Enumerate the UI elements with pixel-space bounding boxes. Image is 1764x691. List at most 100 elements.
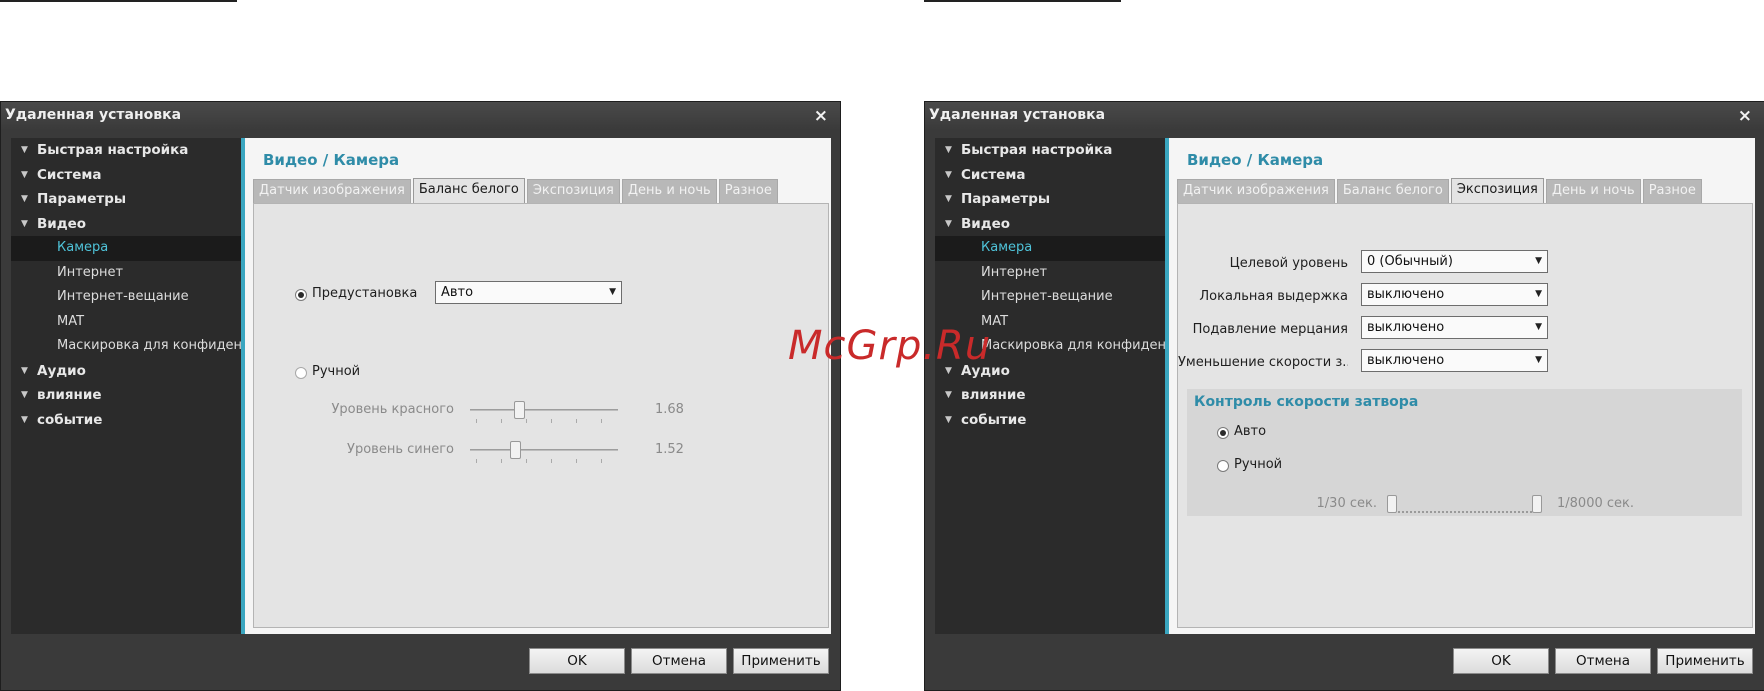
expand-triangle-icon: ▼ [21, 414, 28, 425]
apply-button[interactable]: Применить [733, 648, 829, 674]
ok-button[interactable]: OK [529, 648, 625, 674]
watermark: McGrp.Ru [788, 323, 992, 369]
preset-select[interactable]: Авто ▼ [435, 281, 622, 304]
shutter-auto-radio[interactable] [1217, 427, 1229, 439]
preset-radio[interactable] [295, 289, 307, 301]
slider-tick [601, 419, 602, 423]
blue-level-value: 1.52 [655, 442, 684, 457]
shutter-min-label: 1/30 сек. [1316, 496, 1377, 511]
settings-content: Видео / Камера Датчик изображения Баланс … [1165, 138, 1755, 634]
dialog-title: Удаленная установка [929, 107, 1106, 123]
tree-item-quick-setup[interactable]: ▼ Быстрая настройка [935, 138, 1165, 163]
slider-tick [476, 459, 477, 463]
settings-tree: ▼ Быстрая настройка ▼ Система ▼ Параметры ▼… [11, 138, 241, 634]
expand-triangle-icon: ▼ [21, 169, 28, 180]
tree-item-streaming[interactable]: Интернет-вещание [11, 285, 241, 310]
expand-triangle-icon: ▼ [945, 194, 952, 204]
tree-item-audio[interactable]: ▼ Аудио [11, 359, 241, 384]
slow-shutter-select[interactable]: выключено ▼ [1361, 349, 1548, 372]
expand-triangle-icon: ▼ [21, 218, 28, 229]
tree-item-internet[interactable]: Интернет [935, 261, 1165, 286]
slider-tick [526, 419, 527, 423]
tab-exposure[interactable]: Экспозиция [526, 179, 620, 203]
local-exposure-select[interactable]: выключено ▼ [1361, 283, 1548, 306]
manual-label: Ручной [312, 364, 361, 379]
tab-day-night[interactable]: День и ночь [621, 179, 717, 203]
slider-tick [526, 459, 527, 463]
tab-misc[interactable]: Разное [718, 179, 778, 203]
page-title: Видео / Камера [1187, 151, 1324, 169]
shutter-manual-label: Ручной [1234, 457, 1283, 472]
shutter-manual-radio[interactable] [1217, 460, 1229, 472]
local-exposure-label: Локальная выдержка [1199, 289, 1348, 304]
tab-white-balance[interactable]: Баланс белого [1336, 179, 1449, 203]
white-balance-panel: Предустановка Авто ▼ Ручной Уровень крас… [253, 203, 829, 628]
chevron-down-icon: ▼ [1535, 322, 1542, 332]
top-rule-left [0, 0, 237, 2]
tab-day-night[interactable]: День и ночь [1545, 179, 1641, 203]
tree-item-influence[interactable]: ▼ влияние [935, 383, 1165, 408]
manual-radio[interactable] [295, 367, 307, 379]
shutter-auto-label: Авто [1234, 424, 1267, 439]
tree-item-quick-setup[interactable]: ▼ Быстрая настройка [11, 138, 241, 163]
blue-level-slider-track[interactable] [470, 449, 618, 451]
tree-item-camera[interactable]: Камера [11, 236, 241, 261]
flicker-suppression-select[interactable]: выключено ▼ [1361, 316, 1548, 339]
tree-item-video[interactable]: ▼ Видео [11, 212, 241, 237]
chevron-down-icon: ▼ [1535, 289, 1542, 299]
tab-bar: Датчик изображения Баланс белого Экспозици… [253, 178, 780, 203]
tab-image-sensor[interactable]: Датчик изображения [253, 179, 411, 203]
target-level-select[interactable]: 0 (Обычный) ▼ [1361, 250, 1548, 273]
shutter-max-thumb[interactable] [1532, 495, 1542, 513]
tab-exposure[interactable]: Экспозиция [1450, 178, 1544, 203]
chevron-down-icon: ▼ [1535, 256, 1542, 266]
shutter-range-track[interactable] [1394, 511, 1536, 513]
tree-item-system[interactable]: ▼ Система [935, 163, 1165, 188]
tree-item-influence[interactable]: ▼ влияние [11, 383, 241, 408]
cancel-button[interactable]: Отмена [631, 648, 727, 674]
remote-setup-dialog-white-balance: Удаленная установка × ▼ Быстрая настройка… [0, 101, 841, 691]
red-level-slider-thumb[interactable] [514, 401, 525, 419]
page-title: Видео / Камера [263, 151, 400, 169]
shutter-min-thumb[interactable] [1387, 495, 1397, 513]
tree-item-streaming[interactable]: Интернет-вещание [935, 285, 1165, 310]
blue-level-slider-thumb[interactable] [510, 441, 521, 459]
tree-item-internet[interactable]: Интернет [11, 261, 241, 286]
red-level-slider-track[interactable] [470, 409, 618, 411]
tree-item-video[interactable]: ▼ Видео [935, 212, 1165, 237]
chevron-down-icon: ▼ [1535, 355, 1542, 365]
tree-item-system[interactable]: ▼ Система [11, 163, 241, 188]
cancel-button[interactable]: Отмена [1555, 648, 1651, 674]
top-rule-right [924, 0, 1121, 2]
target-level-label: Целевой уровень [1229, 256, 1348, 271]
expand-triangle-icon: ▼ [21, 365, 28, 376]
apply-button[interactable]: Применить [1657, 648, 1753, 674]
tree-item-event[interactable]: ▼ событие [11, 408, 241, 433]
tab-bar: Датчик изображения Баланс белого Экспозици… [1177, 178, 1704, 203]
slider-tick [501, 459, 502, 463]
slider-tick [551, 459, 552, 463]
slider-tick [576, 459, 577, 463]
tab-misc[interactable]: Разное [1642, 179, 1702, 203]
expand-triangle-icon: ▼ [945, 218, 952, 229]
expand-triangle-icon: ▼ [945, 390, 952, 400]
ok-button[interactable]: OK [1453, 648, 1549, 674]
slider-tick [601, 459, 602, 463]
expand-triangle-icon: ▼ [21, 390, 28, 400]
blue-level-label: Уровень синего [347, 442, 454, 457]
tree-item-parameters[interactable]: ▼ Параметры [11, 187, 241, 212]
remote-setup-dialog-exposure: Удаленная установка × ▼ Быстрая настройка… [924, 101, 1764, 691]
tree-item-event[interactable]: ▼ событие [935, 408, 1165, 433]
tree-item-privacy-mask[interactable]: Маскировка для конфиденциальности [11, 334, 241, 359]
exposure-panel: Целевой уровень 0 (Обычный) ▼ Локальная … [1177, 203, 1753, 628]
close-icon[interactable]: × [814, 106, 828, 126]
dialog-title-bar: Удаленная установка × [925, 102, 1764, 130]
tab-white-balance[interactable]: Баланс белого [412, 178, 525, 203]
tree-item-mat[interactable]: MAT [11, 310, 241, 335]
close-icon[interactable]: × [1738, 106, 1752, 126]
chevron-down-icon: ▼ [609, 287, 616, 297]
preset-label: Предустановка [312, 286, 418, 301]
tree-item-parameters[interactable]: ▼ Параметры [935, 187, 1165, 212]
tab-image-sensor[interactable]: Датчик изображения [1177, 179, 1335, 203]
tree-item-camera[interactable]: Камера [935, 236, 1165, 261]
